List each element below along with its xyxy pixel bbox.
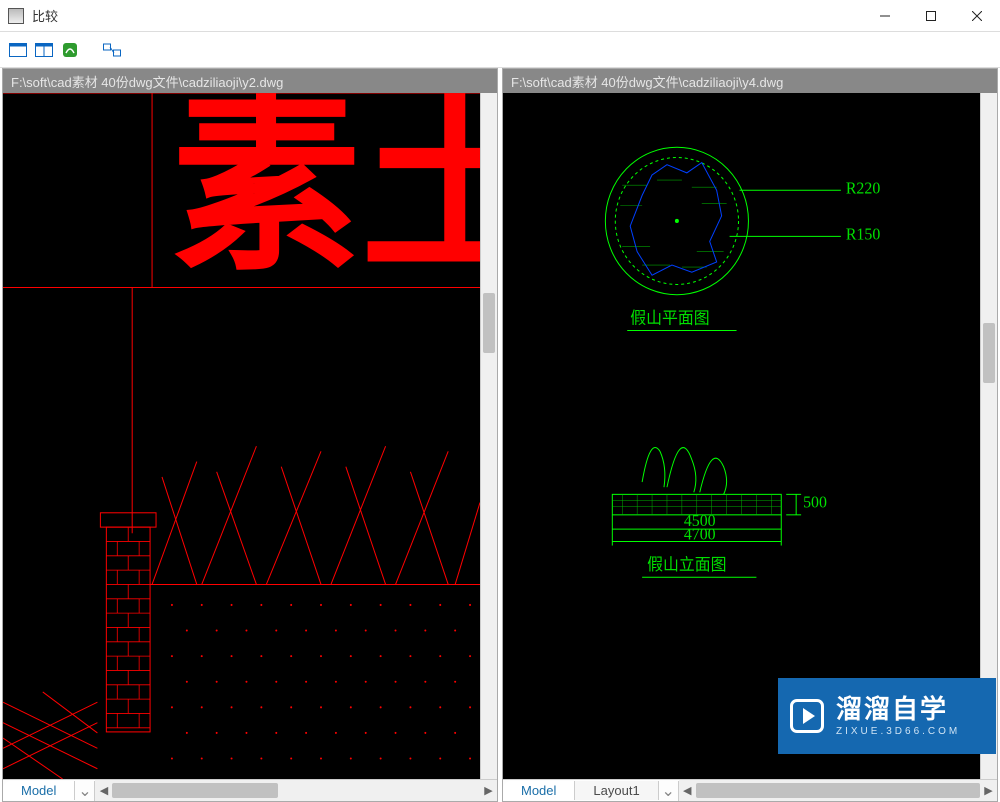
watermark: 溜溜自学 ZIXUE.3D66.COM <box>778 678 996 754</box>
layout-split-icon[interactable] <box>34 40 54 60</box>
svg-text:R150: R150 <box>846 226 880 243</box>
svg-text:R220: R220 <box>846 180 880 197</box>
close-button[interactable] <box>954 1 1000 31</box>
right-tabs: Model Layout1 ⌄ <box>503 780 679 801</box>
elevation-label: 假山立面图 <box>647 556 726 574</box>
style-toggle-icon[interactable] <box>60 40 80 60</box>
layout-single-icon[interactable] <box>8 40 28 60</box>
play-icon <box>790 699 824 733</box>
tab-layout1[interactable]: Layout1 <box>575 781 658 800</box>
right-viewport[interactable]: R220 R150 假山平面图 <box>503 93 980 779</box>
left-pane: F:\soft\cad素材 40份dwg文件\cadziliaoji\y2.dw… <box>2 68 498 802</box>
tab-dropdown-icon[interactable]: ⌄ <box>659 781 679 801</box>
plan-label: 假山平面图 <box>630 309 709 327</box>
left-tabs: Model ⌄ <box>3 780 95 801</box>
tab-dropdown-icon[interactable]: ⌄ <box>75 781 95 801</box>
maximize-button[interactable] <box>908 1 954 31</box>
toolbar <box>0 32 1000 68</box>
right-vertical-scrollbar[interactable] <box>980 93 997 779</box>
left-vertical-scrollbar[interactable] <box>480 93 497 779</box>
right-horizontal-scrollbar[interactable]: ◀ ▶ <box>679 780 997 801</box>
svg-text:4700: 4700 <box>684 526 716 543</box>
left-pane-path: F:\soft\cad素材 40份dwg文件\cadziliaoji\y2.dw… <box>3 69 497 93</box>
app-icon <box>8 8 24 24</box>
tab-model[interactable]: Model <box>503 781 575 800</box>
watermark-main: 溜溜自学 <box>836 694 960 725</box>
svg-text:500: 500 <box>803 494 827 511</box>
left-viewport[interactable]: 素土 <box>3 93 480 779</box>
minimize-button[interactable] <box>862 1 908 31</box>
right-pane-path: F:\soft\cad素材 40份dwg文件\cadziliaoji\y4.dw… <box>503 69 997 93</box>
window-controls <box>862 1 1000 31</box>
link-views-icon[interactable] <box>102 40 122 60</box>
window-title: 比较 <box>32 6 862 25</box>
tab-model[interactable]: Model <box>3 781 75 800</box>
cad-big-text: 素土 <box>172 93 480 294</box>
left-horizontal-scrollbar[interactable]: ◀ ▶ <box>95 780 497 801</box>
titlebar: 比较 <box>0 0 1000 32</box>
watermark-sub: ZIXUE.3D66.COM <box>836 726 960 738</box>
